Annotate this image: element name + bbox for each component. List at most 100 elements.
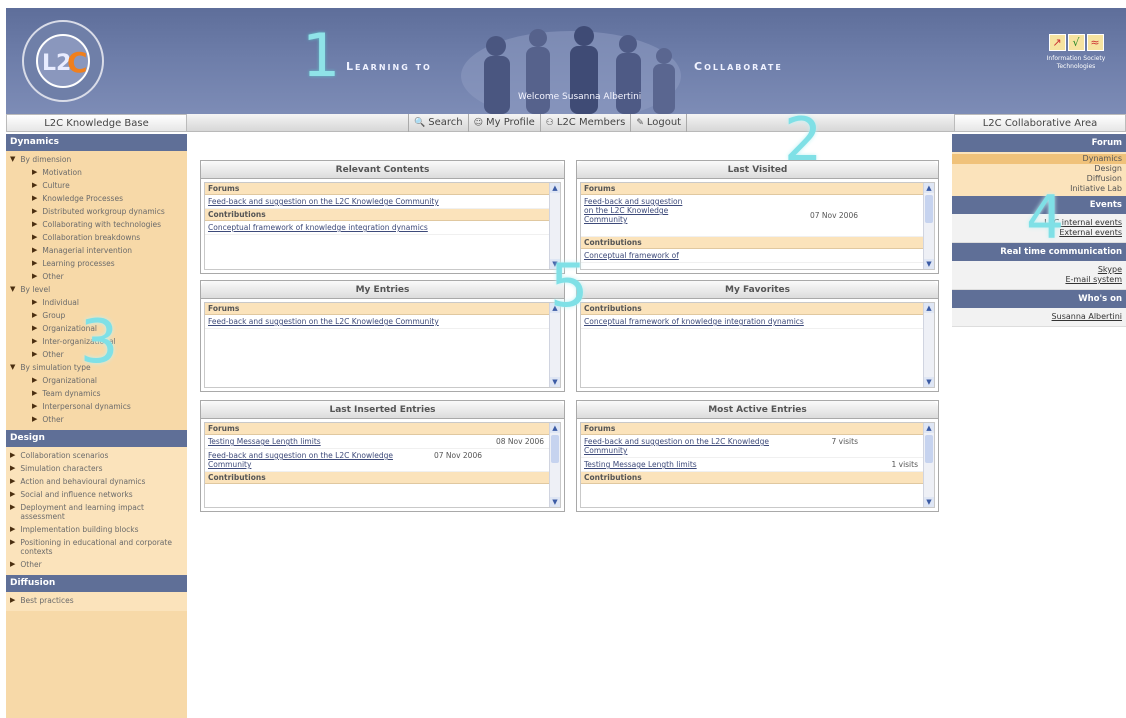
scrollbar[interactable]: ▲ ▼ (923, 303, 934, 387)
tree-item[interactable]: ▶ Deployment and learning impact assessme… (6, 501, 187, 523)
scrollbar[interactable]: ▲ ▼ (923, 183, 934, 269)
realtime-link[interactable]: E-mail system (956, 275, 1122, 285)
list-item[interactable]: Testing Message Length limits 08 Nov 2006 (205, 435, 560, 449)
online-user-link[interactable]: Susanna Albertini (956, 312, 1122, 322)
dynamics-header[interactable]: Dynamics (6, 134, 187, 151)
tree-item[interactable]: ▶ Managerial intervention (6, 244, 187, 257)
caret-right-icon: ▶ (32, 220, 38, 228)
scroll-down-icon[interactable]: ▼ (550, 377, 560, 387)
tree-item[interactable]: ▶ Distributed workgroup dynamics (6, 205, 187, 218)
contributions-category: Contributions (581, 303, 934, 315)
tree-item[interactable]: ▶ Social and influence networks (6, 488, 187, 501)
item-title: Feed-back and suggestion on the L2C Know… (584, 437, 769, 455)
list-item[interactable]: Testing Message Length limits 1 visits (581, 458, 934, 472)
scroll-up-icon[interactable]: ▲ (924, 423, 934, 433)
scroll-thumb[interactable] (551, 435, 559, 463)
info-society-logo[interactable]: ↗ √ ≈ Information Society Technologies (1036, 34, 1116, 71)
forums-category: Forums (205, 183, 560, 195)
scroll-up-icon[interactable]: ▲ (924, 303, 934, 313)
scroll-down-icon[interactable]: ▼ (924, 377, 934, 387)
tree-item[interactable]: ▶ Team dynamics (6, 387, 187, 400)
profile-icon: ☺ (473, 118, 483, 128)
my-profile-label: My Profile (485, 117, 535, 128)
l2c-members-label: L2C Members (556, 117, 626, 128)
tree-item[interactable]: ▶ Motivation (6, 166, 187, 179)
scroll-down-icon[interactable]: ▼ (924, 259, 934, 269)
tree-label: Motivation (42, 168, 82, 177)
list-item[interactable]: Feed-back and suggestion on the L2C Know… (205, 315, 560, 329)
caret-right-icon: ▶ (10, 538, 16, 546)
tree-item[interactable]: ▶ Collaborating with technologies (6, 218, 187, 231)
tree-item[interactable]: ▶ Other (6, 270, 187, 283)
whos-on-header[interactable]: Who's on (952, 290, 1126, 308)
item-date: 08 Nov 2006 (495, 437, 544, 446)
diffusion-header[interactable]: Diffusion (6, 575, 187, 592)
list-item[interactable]: Feed-back and suggestion on the L2C Know… (581, 435, 934, 458)
tree-label: Simulation characters (20, 464, 103, 473)
forum-link[interactable]: Dynamics (952, 154, 1126, 164)
tree-by-level[interactable]: ▼ By level (6, 283, 187, 296)
tree-item[interactable]: ▶ Implementation building blocks (6, 523, 187, 536)
scroll-up-icon[interactable]: ▲ (550, 183, 560, 193)
list-item[interactable]: Feed-back and suggestion on the L2C Know… (205, 195, 560, 209)
list-item[interactable]: Conceptual framework of knowledge integr… (581, 315, 934, 329)
design-header[interactable]: Design (6, 430, 187, 447)
list-item[interactable]: Conceptual framework of (581, 249, 934, 263)
tree-item[interactable]: ▶ Collaboration scenarios (6, 449, 187, 462)
logout-icon: ✎ (636, 118, 644, 128)
scroll-down-icon[interactable]: ▼ (550, 497, 560, 507)
annotation-4: 4 (1026, 183, 1065, 253)
scroll-up-icon[interactable]: ▲ (924, 183, 934, 193)
scroll-thumb[interactable] (925, 435, 933, 463)
scrollbar[interactable]: ▲ ▼ (923, 423, 934, 507)
svg-text:C: C (67, 46, 88, 79)
tree-label: Knowledge Processes (42, 194, 123, 203)
item-visits: 7 visits (831, 437, 858, 446)
most-active-entries-panel: Most Active Entries Forums Feed-back and… (576, 400, 939, 512)
scroll-thumb[interactable] (925, 195, 933, 223)
forum-link[interactable]: Design (956, 164, 1122, 174)
caret-right-icon: ▶ (32, 233, 38, 241)
annotation-1: 1 (302, 21, 341, 91)
tree-item[interactable]: ▶ Knowledge Processes (6, 192, 187, 205)
tree-item[interactable]: ▶ Interpersonal dynamics (6, 400, 187, 413)
panel-title: My Favorites (577, 281, 938, 299)
design-tree: ▶ Collaboration scenarios ▶ Simulation cha… (6, 447, 187, 575)
list-item[interactable]: Feed-back and suggestion on the L2C Know… (205, 449, 560, 472)
list-item[interactable]: Conceptual framework of knowledge integr… (205, 221, 560, 235)
forum-header[interactable]: Forum (952, 134, 1126, 152)
search-menu-item[interactable]: 🔍 Search (408, 114, 469, 132)
tree-label: Other (42, 415, 64, 424)
tree-by-dimension[interactable]: ▼ By dimension (6, 153, 187, 166)
l2c-logo[interactable]: L2 C (20, 18, 106, 104)
tree-item[interactable]: ▶ Best practices (6, 594, 187, 607)
panel-body: Forums Feed-back and suggestion on the L… (204, 302, 561, 388)
caret-right-icon: ▶ (32, 337, 38, 345)
my-profile-menu-item[interactable]: ☺ My Profile (469, 114, 541, 132)
scroll-up-icon[interactable]: ▲ (550, 423, 560, 433)
tree-item[interactable]: ▶ Other (6, 558, 187, 571)
caret-right-icon: ▶ (10, 503, 16, 511)
tree-item[interactable]: ▶ Collaboration breakdowns (6, 231, 187, 244)
scroll-down-icon[interactable]: ▼ (924, 497, 934, 507)
tree-item[interactable]: ▶ Action and behavioural dynamics (6, 475, 187, 488)
tree-label: Other (42, 272, 64, 281)
annotation-3: 3 (80, 307, 119, 377)
list-item[interactable]: Feed-back and suggestion on the L2C Know… (581, 195, 934, 237)
tree-item[interactable]: ▶ Culture (6, 179, 187, 192)
scrollbar[interactable]: ▲ ▼ (549, 423, 560, 507)
tree-item[interactable]: ▶ Positioning in educational and corporat… (6, 536, 187, 558)
caret-right-icon: ▶ (10, 464, 16, 472)
tree-label: Managerial intervention (42, 246, 133, 255)
knowledge-base-title: L2C Knowledge Base (6, 114, 187, 132)
realtime-link[interactable]: Skype (956, 265, 1122, 275)
panel-body: Forums Feed-back and suggestion on the L… (580, 422, 935, 508)
tree-item[interactable]: ▶ Other (6, 413, 187, 426)
tree-item[interactable]: ▶ Simulation characters (6, 462, 187, 475)
tree-item[interactable]: ▶ Learning processes (6, 257, 187, 270)
l2c-members-menu-item[interactable]: ⚇ L2C Members (541, 114, 632, 132)
relevant-contents-panel: Relevant Contents Forums Feed-back and s… (200, 160, 565, 274)
logout-menu-item[interactable]: ✎ Logout (631, 114, 688, 132)
realtime-list: Skype E-mail system (952, 261, 1126, 290)
item-title: Feed-back and suggestion on the L2C Know… (208, 317, 439, 326)
